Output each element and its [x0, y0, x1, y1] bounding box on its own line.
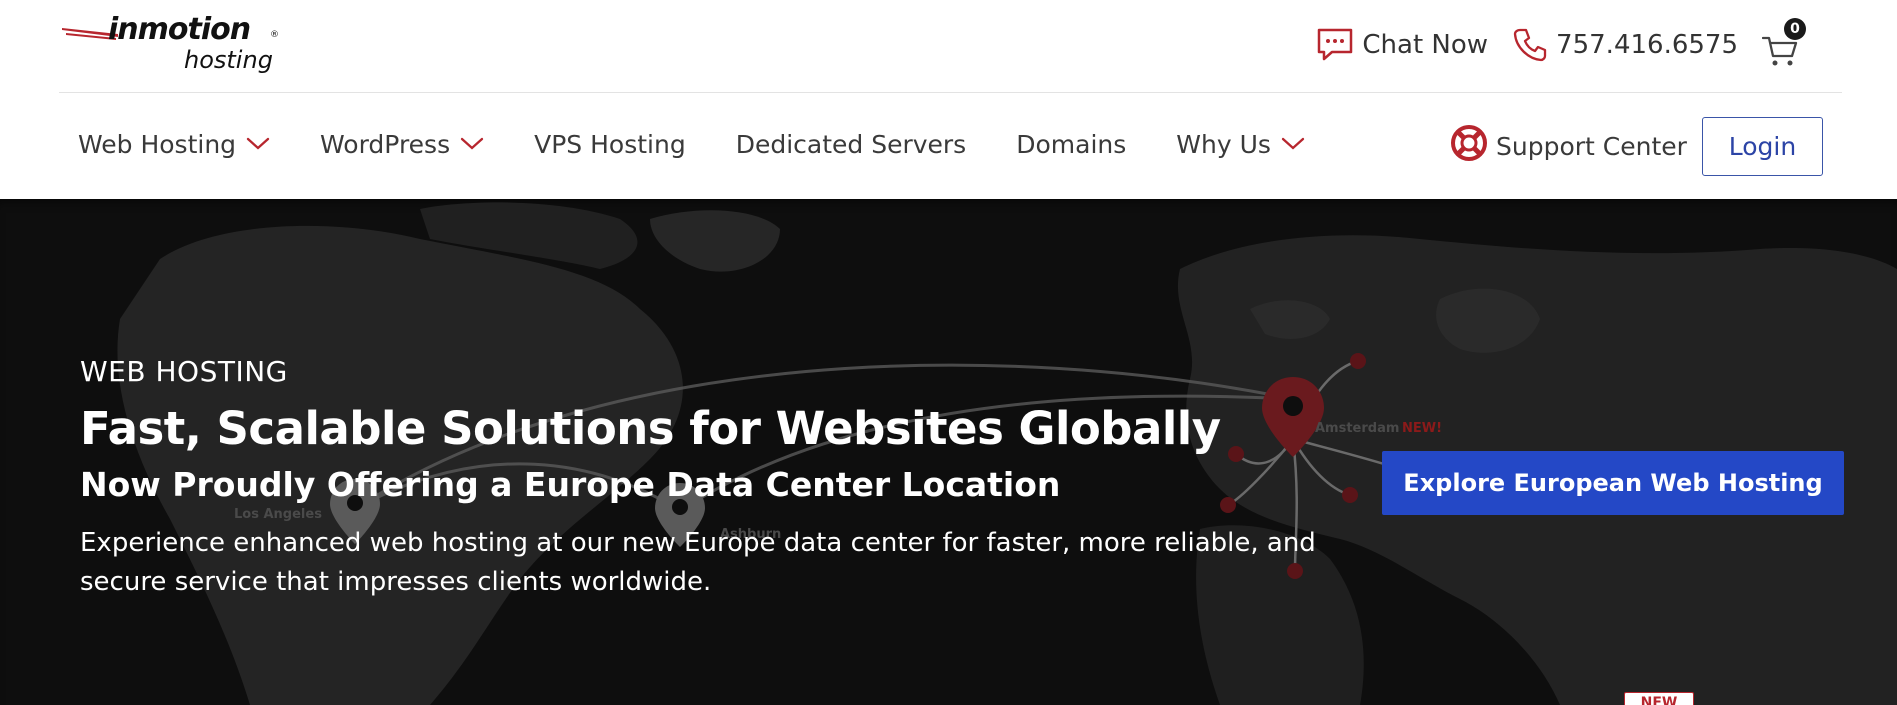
cart-count-badge: 0	[1784, 18, 1806, 40]
nav-item-domains[interactable]: Domains	[1016, 130, 1126, 159]
nav-item-label: Why Us	[1176, 129, 1271, 159]
header-divider	[59, 92, 1842, 93]
login-button[interactable]: Login	[1702, 117, 1823, 176]
nav-item-label: Domains	[1016, 129, 1127, 159]
nav-item-why-us[interactable]: Why Us	[1176, 130, 1305, 159]
nav-item-label: VPS Hosting	[534, 129, 686, 159]
inmotion-hosting-logo[interactable]: inmotion ® hosting	[60, 12, 290, 74]
chevron-down-icon	[246, 137, 270, 151]
map-label-los-angeles: Los Angeles	[234, 507, 322, 522]
nav-item-web-hosting[interactable]: Web Hosting	[78, 130, 270, 159]
site-header: inmotion ® hosting Chat Now 757.416.6575…	[0, 0, 1897, 199]
chevron-down-icon	[460, 137, 484, 151]
chevron-down-icon	[1281, 137, 1305, 151]
shopping-cart-button[interactable]: 0	[1762, 18, 1806, 68]
hero-subheadline: Now Proudly Offering a Europe Data Cente…	[80, 465, 1061, 504]
chat-now-label: Chat Now	[1362, 30, 1489, 60]
hero-eyebrow: WEB HOSTING	[80, 355, 288, 388]
nav-item-label: Dedicated Servers	[735, 129, 967, 159]
chat-now-link[interactable]: Chat Now	[1316, 27, 1488, 63]
nav-item-label: WordPress	[320, 129, 451, 159]
support-center-link[interactable]: Support Center	[1450, 124, 1687, 168]
phone-link[interactable]: 757.416.6575	[1512, 27, 1738, 63]
phone-icon	[1512, 27, 1548, 63]
logo-wordmark: inmotion	[108, 12, 251, 47]
phone-number: 757.416.6575	[1556, 30, 1738, 60]
nav-item-label: Web Hosting	[78, 129, 237, 159]
explore-european-hosting-button[interactable]: Explore European Web Hosting	[1382, 451, 1844, 515]
top-utility-bar: Chat Now 757.416.6575 0	[1316, 18, 1806, 68]
main-nav: Web Hosting WordPress VPS Hosting Dedica…	[78, 116, 1355, 172]
hero-banner: Los Angeles Ashburn Amsterdam NEW! WEB H…	[0, 199, 1897, 705]
hero-headline: Fast, Scalable Solutions for Websites Gl…	[80, 402, 1221, 455]
logo-registered-mark: ®	[270, 30, 279, 40]
map-label-new: NEW!	[1402, 421, 1443, 436]
new-badge: NEW	[1624, 692, 1694, 705]
chat-bubble-icon	[1316, 27, 1354, 63]
map-label-amsterdam: Amsterdam	[1315, 421, 1400, 436]
nav-item-dedicated-servers[interactable]: Dedicated Servers	[736, 130, 967, 159]
support-center-label: Support Center	[1496, 131, 1687, 161]
nav-item-wordpress[interactable]: WordPress	[320, 130, 484, 159]
lifebuoy-icon	[1450, 124, 1488, 168]
hero-description: Experience enhanced web hosting at our n…	[80, 528, 1316, 597]
logo-subtitle: hosting	[184, 46, 273, 74]
nav-item-vps-hosting[interactable]: VPS Hosting	[534, 130, 686, 159]
